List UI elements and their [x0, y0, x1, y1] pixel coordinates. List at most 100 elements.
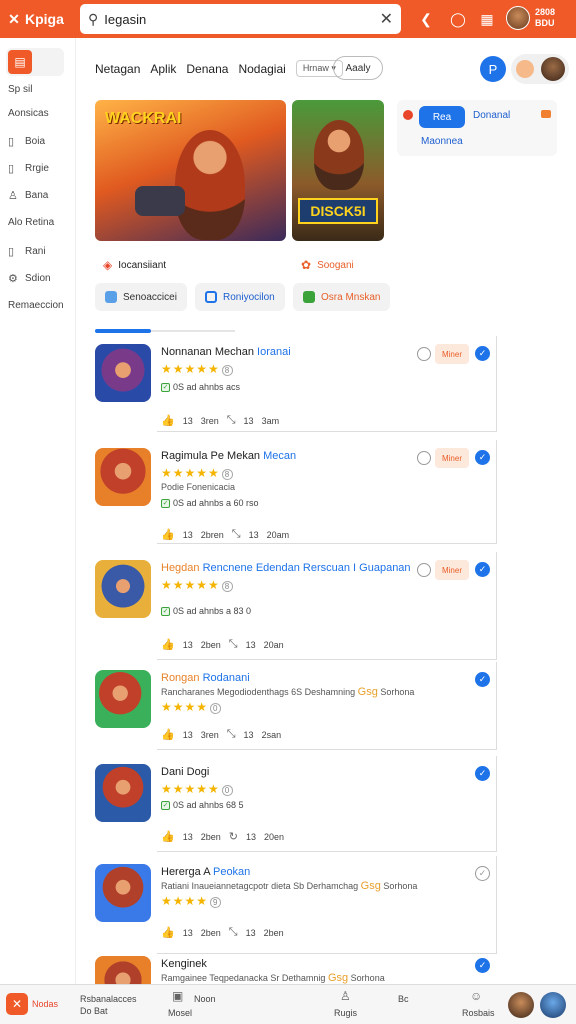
account-switcher[interactable]	[511, 54, 569, 84]
list-item[interactable]: Ragimula Pe Mekan Mecan ★★★★★ 8 Podie Fon…	[77, 440, 497, 548]
search-icon: ⚲	[88, 10, 99, 27]
doc-icon: ▯	[8, 163, 15, 175]
category-chip[interactable]: Osra Mnskan	[293, 283, 391, 311]
bottom-col-2b[interactable]: Mosel	[168, 1007, 192, 1019]
bottom-col-5[interactable]: Rosbais	[462, 1007, 495, 1019]
sidebar-item-4[interactable]: ♙ Bana	[8, 189, 48, 202]
search-input[interactable]: Iegasin	[104, 12, 379, 27]
app-title[interactable]: Ragimula Pe Mekan Mecan	[161, 450, 296, 462]
app-title[interactable]: Kenginek	[161, 958, 207, 970]
list-item[interactable]: Rongan Rodanani Rancharanes Megodiodenth…	[77, 662, 497, 752]
check-icon[interactable]: ✓	[475, 958, 490, 973]
search-bar[interactable]: ⚲ Iegasin ✕	[80, 4, 401, 34]
tagline-label: Soogani	[317, 259, 354, 271]
notification-icon[interactable]: ◯	[448, 9, 468, 29]
meta-value: 2ben	[200, 927, 221, 938]
rating-count: 8	[221, 365, 234, 376]
tagline-left[interactable]: ◈ Iocansiiant	[103, 258, 166, 272]
breadcrumb-item[interactable]: Aplik	[150, 62, 176, 76]
brand[interactable]: ✕ Kpiga	[0, 11, 74, 28]
app-thumbnail[interactable]	[95, 560, 151, 618]
select-radio[interactable]	[417, 563, 431, 577]
sidebar-item-8[interactable]: Remaeccion	[8, 300, 64, 311]
promo-close-icon[interactable]	[541, 110, 551, 118]
sidebar-item-5[interactable]: Alo Retina	[8, 217, 54, 228]
promo-subtitle[interactable]: Maonnea	[421, 136, 463, 147]
smile-icon[interactable]: ☺	[470, 989, 482, 1003]
profile-circle-button[interactable]: P	[480, 56, 506, 82]
install-button[interactable]: Miner	[435, 560, 469, 580]
breadcrumb-item[interactable]: Denana	[186, 62, 228, 76]
sidebar-item-0[interactable]: Sp sil	[8, 84, 32, 95]
user-avatar[interactable]	[506, 6, 530, 30]
hero2-character-image	[314, 120, 364, 190]
app-thumbnail[interactable]	[95, 344, 151, 402]
star-rating: ★★★★	[161, 700, 209, 714]
category-chip[interactable]: Senoaccicei	[95, 283, 187, 311]
avatar[interactable]	[508, 992, 534, 1018]
app-thumbnail[interactable]	[95, 448, 151, 506]
app-thumbnail[interactable]	[95, 864, 151, 922]
sidebar-item-7[interactable]: ⚙ Sdion	[8, 272, 51, 285]
app-title[interactable]: Rongan Rodanani	[161, 672, 250, 684]
breadcrumb-item[interactable]: Nodagiai	[238, 62, 285, 76]
tab-active-indicator	[95, 329, 151, 333]
top-bar: ✕ Kpiga ⚲ Iegasin ✕ ❮ ◯ ▦ 2808 BDU	[0, 0, 576, 38]
hero-banner-secondary[interactable]: DISCK5I	[292, 100, 384, 241]
install-button[interactable]: Miner	[435, 448, 469, 468]
list-item[interactable]: Nonnanan Mechan Ioranai ★★★★★ 8 ✓ 0S ad ah…	[77, 336, 497, 440]
chip-label: Roniyocilon	[223, 291, 275, 303]
resize-icon: ⤡	[231, 528, 241, 540]
check-icon[interactable]: ✓	[475, 450, 490, 465]
back-icon[interactable]: ❮	[416, 9, 436, 29]
app-title[interactable]: Nonnanan Mechan Ioranai	[161, 346, 291, 358]
meta-value: 2ben	[200, 639, 221, 650]
list-item[interactable]: Kenginek Ramgainee Teqpedanacka Sr Detha…	[77, 956, 497, 984]
hero-banner-main[interactable]: WACKRAI	[95, 100, 286, 241]
app-thumbnail[interactable]	[95, 670, 151, 728]
check-icon[interactable]: ✓	[475, 866, 490, 881]
install-button[interactable]: Miner	[435, 344, 469, 364]
app-title[interactable]: Hererga A Peokan	[161, 866, 250, 878]
list-item[interactable]: Dani Dogi ★★★★★ 0 ✓ 0S ad ahnbs 68 5 👍 13 2b…	[77, 756, 497, 852]
sidebar-item-2[interactable]: ▯ Boia	[8, 135, 45, 148]
select-radio[interactable]	[417, 451, 431, 465]
app-thumbnail[interactable]	[95, 956, 151, 984]
menu-grid-icon[interactable]: ▦	[477, 9, 497, 29]
bottom-col-4[interactable]: Bc	[398, 993, 409, 1005]
breadcrumb-item[interactable]: Netagan	[95, 62, 140, 76]
app-meta: 👍 13 2ben ⤡ 13 2ben	[161, 926, 284, 939]
list-item[interactable]: Hererga A Peokan Ratiani Inaueiannetagcp…	[77, 856, 497, 954]
avatar[interactable]	[540, 992, 566, 1018]
apply-button[interactable]: Aaaly	[333, 56, 383, 80]
sidebar-item-3[interactable]: ▯ Rrgie	[8, 162, 49, 175]
promo-title[interactable]: Donanal	[473, 110, 510, 121]
check-icon[interactable]: ✓	[475, 562, 490, 577]
check-icon[interactable]: ✓	[475, 672, 490, 687]
list-item[interactable]: Hegdan Rencnene Edendan Rerscuan I Guapa…	[77, 552, 497, 660]
promo-button[interactable]: Rea	[419, 106, 465, 128]
bottom-logo-icon[interactable]: ✕	[6, 993, 28, 1015]
bottom-col-1-line: Do Bat	[80, 1006, 108, 1016]
app-title[interactable]: Dani Dogi	[161, 766, 209, 778]
check-icon[interactable]: ✓	[475, 766, 490, 781]
app-title[interactable]: Hegdan Rencnene Edendan Rerscuan I Guapa…	[161, 562, 411, 574]
tagline-right[interactable]: ✿ Soogani	[301, 258, 354, 272]
verified-text: 0S ad ahnbs a 60 rso	[173, 498, 259, 508]
sidebar-item-6[interactable]: ▯ Rani	[8, 245, 46, 258]
sidebar-item-1[interactable]: Aonsicas	[8, 108, 49, 119]
check-icon[interactable]: ✓	[475, 346, 490, 361]
bottom-col-1[interactable]: Rsbanalacces Do Bat	[80, 993, 137, 1017]
user-icon[interactable]: ♙	[340, 989, 351, 1003]
bottom-col-2[interactable]: Noon	[194, 993, 216, 1005]
bottom-brand[interactable]: Nodas	[32, 998, 58, 1010]
bottom-col-3[interactable]: Rugis	[334, 1007, 357, 1019]
select-radio[interactable]	[417, 347, 431, 361]
app-thumbnail[interactable]	[95, 764, 151, 822]
clear-search-icon[interactable]: ✕	[380, 9, 393, 29]
sidebar-home[interactable]: ▤	[6, 48, 64, 76]
app-title-highlight: Rodanani	[202, 672, 250, 684]
picture-icon[interactable]: ▣	[172, 989, 183, 1003]
category-chip[interactable]: Roniyocilon	[195, 283, 285, 311]
app-title-highlight: Ioranai	[257, 346, 291, 358]
